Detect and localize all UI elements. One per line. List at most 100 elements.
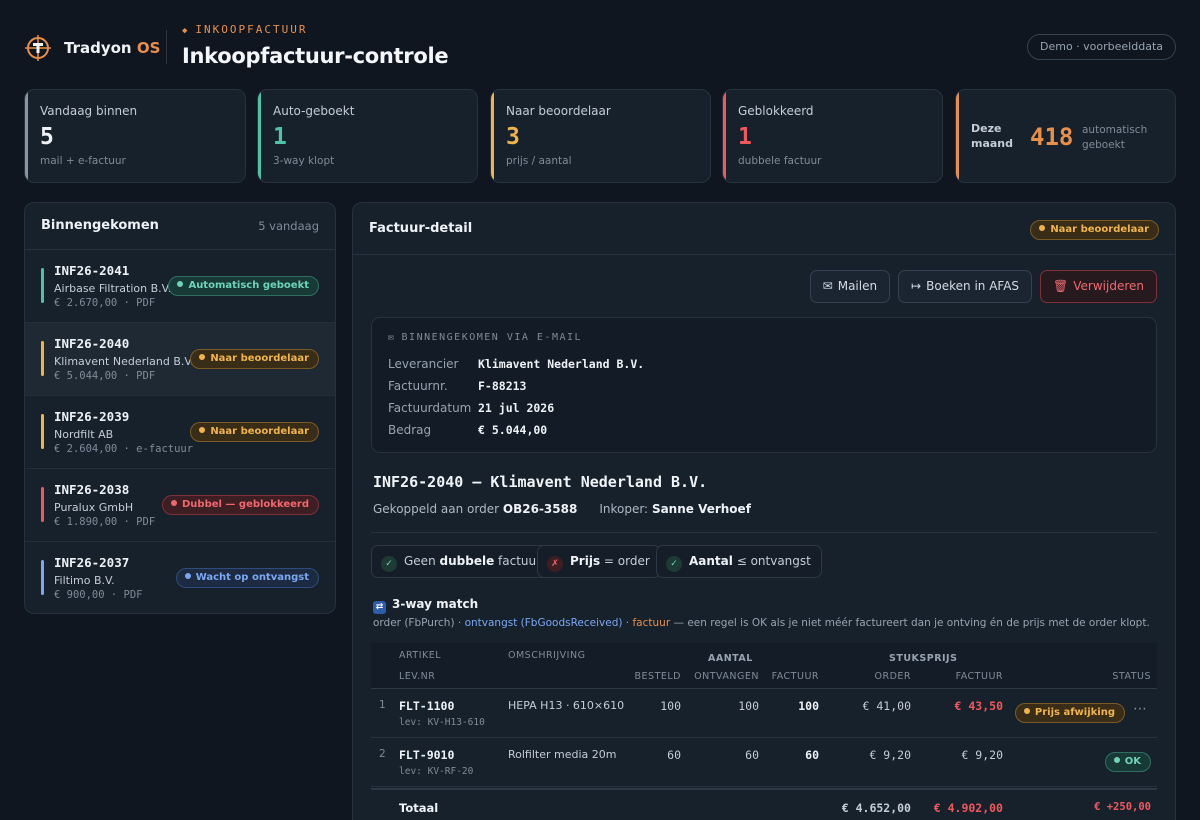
total-difference: € +250,00 — [1094, 801, 1151, 813]
article-description: Rolfilter media 20m — [508, 748, 617, 761]
inbox-item[interactable]: INF26-2037 Filtimo B.V. € 900,00 · PDF W… — [25, 542, 335, 613]
inbox-list: INF26-2041 Airbase Filtration B.V. € 2.6… — [25, 250, 335, 613]
supplier-name: Nordfilt AB — [54, 428, 114, 441]
stat-label: Naar beoordelaar — [506, 104, 611, 118]
invoice-id: INF26-2038 — [54, 482, 130, 497]
qty-invoiced: 100 — [798, 699, 819, 713]
stat-card-auto: Auto-geboekt 1 3-way klopt — [257, 89, 478, 183]
status-dot-icon — [1039, 225, 1046, 231]
table-row[interactable]: 1 FLT-1100 lev: KV-H13-610 HEPA H13 · 61… — [371, 689, 1157, 738]
invoice-meta: € 900,00 · PDF — [54, 589, 143, 601]
email-info-box: ✉ BINNENGEKOMEN VIA E-MAIL Leverancier Kli… — [371, 317, 1157, 453]
envelope-icon: ✉ — [388, 332, 396, 343]
qty-invoiced: 60 — [805, 748, 819, 762]
col-besteld: BESTELD — [634, 671, 681, 682]
total-order: € 4.652,00 — [841, 801, 911, 815]
invoice-title: INF26-2040 — Klimavent Nederland B.V. — [373, 473, 708, 491]
stat-card-today: Vandaag binnen 5 mail + e-factuur — [24, 89, 246, 183]
inbox-item[interactable]: INF26-2041 Airbase Filtration B.V. € 2.6… — [25, 250, 335, 323]
invoice-meta: € 1.890,00 · PDF — [54, 516, 156, 528]
invoice-meta: € 5.044,00 · PDF — [54, 370, 156, 382]
article-code: FLT-9010 — [399, 748, 455, 762]
more-options-icon[interactable]: ⋯ — [1133, 701, 1147, 717]
brand[interactable]: Tradyon OS — [24, 34, 160, 62]
check-icon: ✓ — [666, 556, 682, 572]
stat-sub: 3-way klopt — [273, 155, 335, 167]
email-info-heading: ✉ BINNENGEKOMEN VIA E-MAIL — [388, 332, 583, 343]
inbox-item[interactable]: INF26-2038 Puralux GmbH € 1.890,00 · PDF… — [25, 469, 335, 542]
mail-button[interactable]: ✉ Mailen — [809, 270, 891, 303]
detail-status-badge: Naar beoordelaar — [1030, 220, 1159, 240]
table-header: ARTIKEL LEV.NR OMSCHRIJVING AANTAL STUKS… — [371, 643, 1157, 689]
inbox-item[interactable]: INF26-2039 Nordfilt AB € 2.604,00 · e-fa… — [25, 396, 335, 469]
status-badge: Wacht op ontvangst — [175, 568, 319, 588]
invoice-meta: € 2.670,00 · PDF — [54, 297, 156, 309]
field-invoice-date: Factuurdatum 21 jul 2026 — [388, 401, 555, 415]
invoice-id: INF26-2037 — [54, 555, 130, 570]
stat-accent — [956, 90, 959, 182]
shuffle-icon: ⇄ — [373, 601, 386, 614]
inbox-panel: Binnengekomen 5 vandaag INF26-2041 Airba… — [24, 202, 336, 614]
page-title: Inkoopfactuur-controle — [182, 44, 449, 68]
col-group-aantal: AANTAL — [708, 653, 753, 664]
month-label: Deze maand — [971, 122, 1014, 150]
stat-label: Auto-geboekt — [273, 104, 355, 118]
col-order-price: ORDER — [874, 671, 911, 682]
field-supplier: Leverancier Klimavent Nederland B.V. — [388, 357, 645, 371]
stat-sub: prijs / aantal — [506, 155, 572, 167]
detail-title: Factuur-detail — [369, 221, 473, 236]
supplier-name: Filtimo B.V. — [54, 574, 115, 587]
stat-sub: mail + e-factuur — [40, 155, 126, 167]
status-dot-icon — [184, 573, 191, 579]
table-row[interactable]: 2 FLT-9010 lev: KV-RF-20 Rolfilter media… — [371, 738, 1157, 787]
price-invoice: € 9,20 — [961, 748, 1003, 762]
status-dot-icon — [199, 354, 206, 360]
buyer-name: Sanne Verhoef — [651, 502, 751, 516]
delete-button[interactable]: 🗑 Verwijderen — [1040, 270, 1157, 303]
inbox-count: 5 vandaag — [258, 219, 319, 233]
field-invoice-number: Factuurnr. F-88213 — [388, 379, 527, 393]
article-code: FLT-1100 — [399, 699, 455, 713]
stat-sub: dubbele factuur — [738, 155, 822, 167]
detail-panel: Factuur-detail Naar beoordelaar ✉ Mailen … — [352, 202, 1176, 820]
total-label: Totaal — [399, 801, 439, 815]
price-order: € 9,20 — [869, 748, 911, 762]
item-accent — [41, 414, 44, 449]
inbox-item-selected[interactable]: INF26-2040 Klimavent Nederland B.V. € 5.… — [25, 323, 335, 396]
action-bar: ✉ Mailen ↦ Boeken in AFAS 🗑 Verwijderen — [809, 270, 1157, 303]
supplier-name: Klimavent Nederland B.V. — [54, 355, 195, 368]
item-accent — [41, 560, 44, 595]
arrow-right-icon: ↦ — [911, 279, 922, 293]
status-dot-icon — [177, 281, 184, 287]
month-sub: automatisch geboekt — [1082, 124, 1148, 151]
table-totals: Totaal € 4.652,00 € 4.902,00 € +250,00 — [371, 788, 1157, 820]
stat-accent — [25, 90, 28, 182]
check-duplicate: ✓ Geen dubbele factuur — [371, 545, 553, 578]
invoice-id: INF26-2041 — [54, 263, 130, 278]
col-artikel: ARTIKEL — [399, 650, 442, 661]
status-dot-icon — [1113, 757, 1120, 763]
status-badge: Automatisch geboekt — [168, 276, 319, 296]
brand-name: Tradyon OS — [64, 39, 161, 57]
stat-label: Vandaag binnen — [40, 104, 138, 118]
stat-value: 5 — [40, 124, 54, 150]
detail-header: Factuur-detail Naar beoordelaar — [353, 203, 1175, 255]
item-accent — [41, 341, 44, 376]
col-omschrijving: OMSCHRIJVING — [508, 650, 586, 661]
row-number: 2 — [379, 748, 386, 760]
order-number: OB26-3588 — [502, 502, 578, 516]
header-divider — [166, 30, 167, 64]
three-way-title: ⇄ 3-way match — [373, 597, 478, 614]
stat-card-month: Deze maand 418 automatisch geboekt — [955, 89, 1176, 183]
supplier-code: lev: KV-RF-20 — [399, 766, 474, 777]
qty-ordered: 100 — [660, 699, 681, 713]
divider — [371, 532, 1157, 533]
stat-card-review: Naar beoordelaar 3 prijs / aantal — [490, 89, 711, 183]
compass-logo-icon — [25, 35, 51, 61]
row-status-badge: OK — [1104, 752, 1151, 772]
price-order: € 41,00 — [862, 699, 911, 713]
status-dot-icon — [199, 427, 206, 433]
supplier-name: Puralux GmbH — [54, 501, 134, 514]
linked-order: Gekoppeld aan order OB26-3588 Inkoper: Sa… — [373, 502, 751, 516]
book-afas-button[interactable]: ↦ Boeken in AFAS — [898, 270, 1033, 303]
